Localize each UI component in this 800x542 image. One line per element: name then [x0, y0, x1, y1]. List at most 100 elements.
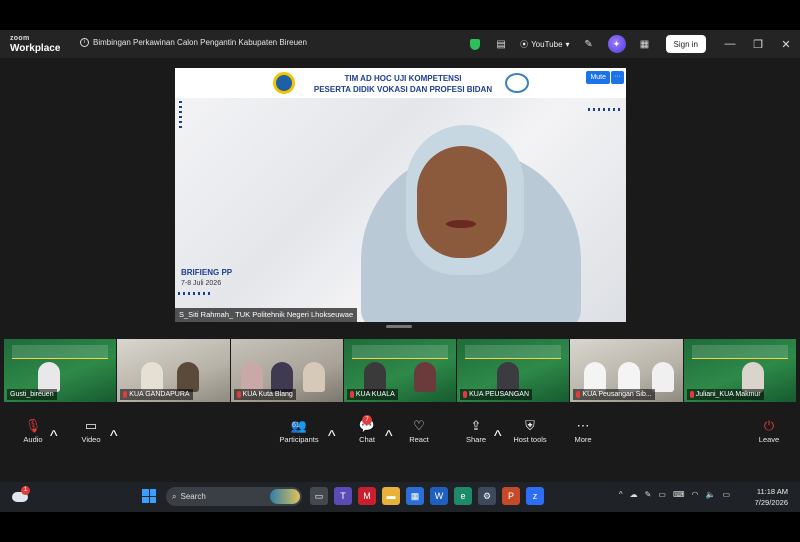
share-label: Share [465, 435, 486, 444]
muted-mic-icon [576, 391, 581, 398]
host-tools-button[interactable]: ⛨ Host tools [510, 417, 550, 444]
leave-icon: ⏻ [763, 418, 775, 433]
participant-tile[interactable]: Juliani_KUA Makmur [683, 339, 796, 402]
minimize-button[interactable]: — [716, 38, 744, 50]
participants-label: Participants [279, 435, 319, 444]
chat-unread-badge: 7 [362, 415, 372, 425]
battery-icon[interactable]: ▭ [722, 490, 730, 499]
slide-header: TIM AD HOC UJI KOMPETENSI PESERTA DIDIK … [175, 68, 626, 98]
audio-options-chevron-icon[interactable]: ^ [50, 428, 58, 446]
participant-name-label: KUA Kuta Blang [233, 389, 296, 400]
powerpoint-icon[interactable]: P [502, 487, 520, 505]
mcafee-icon[interactable]: M [358, 487, 376, 505]
settings-icon[interactable]: ⚙ [478, 487, 496, 505]
weather-widget[interactable]: 1 [12, 486, 30, 502]
share-chevron-icon[interactable]: ^ [494, 428, 502, 446]
security-shield-icon[interactable] [465, 34, 485, 54]
store-icon[interactable]: ▦ [406, 487, 424, 505]
host-tools-label: Host tools [513, 435, 547, 444]
youtube-stream-button[interactable]: ⦿ YouTube ▾ [520, 39, 569, 50]
wifi-icon[interactable]: ◠ [691, 490, 698, 499]
participants-chevron-icon[interactable]: ^ [328, 428, 336, 446]
video-options-chevron-icon[interactable]: ^ [110, 428, 118, 446]
meeting-info[interactable]: i Bimbingan Perkawinan Calon Pengantin K… [80, 38, 307, 47]
clock[interactable]: 11:18 AM 7/29/2026 [755, 486, 788, 508]
volume-icon[interactable]: 🔈 [705, 490, 715, 499]
participant-tile[interactable]: KUA KUALA [343, 339, 457, 402]
more-label: More [574, 435, 592, 444]
meeting-toolbar: 🎙 Audio ^ ▭ Video ^ 👥 61 Participants ^ 💬… [0, 412, 800, 464]
search-placeholder: Search [180, 492, 206, 501]
video-camera-icon: ▭ [84, 418, 98, 433]
slide-title: TIM AD HOC UJI KOMPETENSI PESERTA DIDIK … [303, 73, 503, 95]
captions-icon[interactable]: ▤ [491, 34, 511, 54]
mute-participant-button[interactable]: Mute [586, 71, 610, 84]
active-speaker-video[interactable]: TIM AD HOC UJI KOMPETENSI PESERTA DIDIK … [175, 68, 626, 322]
close-button[interactable]: ✕ [772, 38, 800, 51]
muted-microphone-icon: 🎙 [24, 418, 42, 433]
search-icon: ⌕ [172, 491, 177, 501]
slide-title-line1: TIM AD HOC UJI KOMPETENSI [344, 74, 462, 83]
participant-tile[interactable]: KUA Peusangan Sib... [570, 339, 683, 402]
participants-icon: 👥 61 [290, 418, 308, 433]
language-icon[interactable]: ⌨ [673, 490, 685, 499]
share-screen-icon: ⇪ [470, 418, 482, 433]
windows-taskbar: 1 ⌕ Search ▭ T M ▬ ▦ W e ⚙ P z ^ ☁ ✎ ▭ ⌨… [0, 482, 800, 512]
restore-button[interactable]: ❐ [744, 38, 772, 51]
zoom-app-icon[interactable]: z [526, 487, 544, 505]
cloud-icon[interactable]: ☁ [630, 490, 638, 499]
video-button[interactable]: ▭ Video [78, 417, 104, 444]
taskbar-search[interactable]: ⌕ Search [166, 487, 302, 506]
youtube-label: YouTube [531, 39, 563, 49]
chat-button[interactable]: 💬 7 Chat [354, 415, 380, 444]
participant-more-button[interactable]: ··· [611, 71, 624, 84]
chevron-up-icon[interactable]: ^ [619, 490, 623, 499]
zoom-logo: zoom Workplace [10, 34, 60, 54]
participant-name-label: Juliani_KUA Makmur [686, 389, 764, 400]
clock-date: 7/29/2026 [754, 498, 788, 507]
participants-button[interactable]: 👥 61 Participants [276, 417, 322, 444]
chat-icon: 💬 7 [358, 415, 376, 433]
muted-mic-icon [463, 391, 468, 398]
video-label: Video [81, 435, 101, 444]
participant-tile[interactable]: KUA PEUSANGAN [457, 339, 570, 402]
participant-tile[interactable]: KUA Kuta Blang [230, 339, 343, 402]
start-button[interactable] [142, 489, 156, 503]
chat-chevron-icon[interactable]: ^ [385, 428, 393, 446]
title-bar: zoom Workplace i Bimbingan Perkawinan Ca… [0, 30, 800, 58]
whiteboard-pen-icon[interactable]: ✎ [579, 34, 599, 54]
participants-count: 61 [292, 422, 300, 429]
edge-icon[interactable]: e [454, 487, 472, 505]
leave-button[interactable]: ⏻ Leave [756, 417, 782, 444]
participant-tile[interactable]: KUA GANDAPURA [117, 339, 230, 402]
notification-badge: 1 [21, 486, 30, 495]
pen-icon[interactable]: ✎ [645, 490, 652, 499]
apps-grid-icon[interactable]: ▦ [635, 34, 655, 54]
file-explorer-icon[interactable]: ▬ [382, 487, 400, 505]
system-tray: ^ ☁ ✎ ▭ ⌨ ◠ 🔈 ▭ [619, 490, 730, 499]
teams-icon[interactable]: T [334, 487, 352, 505]
clock-time: 11:18 AM [756, 487, 788, 496]
more-dots-icon: ⋯ [576, 418, 590, 433]
speaker-figure [311, 120, 626, 322]
participant-name-label: KUA GANDAPURA [120, 389, 193, 400]
ministry-logo [273, 72, 295, 94]
more-button[interactable]: ⋯ More [570, 417, 596, 444]
display-icon[interactable]: ▭ [658, 490, 666, 499]
participant-name-label: KUA Peusangan Sib... [573, 389, 655, 400]
task-view-icon[interactable]: ▭ [310, 487, 328, 505]
share-button[interactable]: ⇪ Share [462, 417, 490, 444]
brand-line2: Workplace [10, 43, 61, 54]
muted-mic-icon [236, 391, 241, 398]
sign-in-button[interactable]: Sign in [665, 35, 706, 53]
word-icon[interactable]: W [430, 487, 448, 505]
heart-icon: ♡ [413, 418, 425, 433]
audio-button[interactable]: 🎙 Audio [20, 417, 46, 444]
muted-mic-icon [349, 391, 354, 398]
info-icon[interactable]: i [80, 38, 89, 47]
react-button[interactable]: ♡ React [405, 417, 433, 444]
briefing-date: 7-8 Juli 2026 [181, 280, 222, 287]
participant-tile[interactable]: Gusti_bireuen [4, 339, 117, 402]
resize-handle[interactable] [386, 325, 412, 328]
ai-companion-icon[interactable]: ✦ [607, 35, 626, 53]
